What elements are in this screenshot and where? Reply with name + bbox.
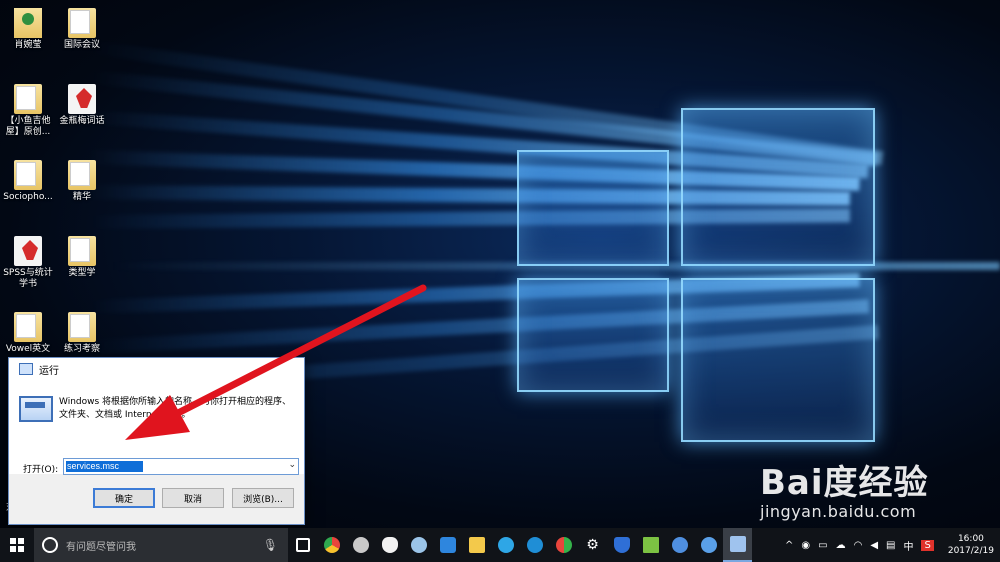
desktop-icon-label: Vowel英文	[5, 344, 51, 354]
watermark-url: jingyan.baidu.com	[760, 502, 917, 521]
chrome-icon[interactable]	[317, 528, 346, 562]
desktop-icon[interactable]: 肖婉莹	[0, 8, 56, 51]
spider-app-icon[interactable]	[346, 528, 375, 562]
window-logo-pane	[681, 278, 875, 442]
baidu-translate-icon[interactable]	[433, 528, 462, 562]
user-folder-icon	[14, 8, 42, 38]
battery-icon[interactable]: ▭	[818, 540, 827, 551]
window-logo-pane	[681, 108, 875, 266]
open-combobox[interactable]: ⌄	[63, 458, 299, 475]
run-dialog-title: 运行	[39, 365, 59, 377]
security-shield-icon[interactable]	[607, 528, 636, 562]
kugou-icon[interactable]	[520, 528, 549, 562]
desktop-icon-label: 类型学	[68, 268, 96, 278]
taskbar: 有问题尽管问我 🎙 ⚙ ^ ◉ ▭ ☁ ◠ ◀ ▤ 中 S 16:00 2017…	[0, 528, 1000, 562]
desktop-icon[interactable]: 金瓶梅词话	[54, 84, 110, 127]
document-icon	[68, 312, 96, 342]
360-icon[interactable]	[549, 528, 578, 562]
run-dialog-body: Windows 将根据你所输入的名称，为你打开相应的程序、文件夹、文档或 Int…	[9, 380, 304, 475]
chevron-down-icon[interactable]: ⌄	[288, 460, 296, 470]
run-description: Windows 将根据你所输入的名称，为你打开相应的程序、文件夹、文档或 Int…	[59, 397, 292, 420]
desktop-icon-label: 精华	[72, 192, 91, 202]
system-tray: ^ ◉ ▭ ☁ ◠ ◀ ▤ 中 S 16:00 2017/2/19	[781, 528, 1000, 562]
window-logo-pane	[517, 278, 669, 392]
run-dialog-titlebar[interactable]: 运行	[9, 358, 304, 380]
open-input[interactable]	[66, 461, 143, 472]
desktop-icon[interactable]: 练习考察	[54, 312, 110, 355]
browser-e-icon[interactable]	[491, 528, 520, 562]
desktop-icon[interactable]: SPSS与统计学书	[0, 236, 56, 290]
document-icon	[14, 312, 42, 342]
paint-icon[interactable]	[404, 528, 433, 562]
green-doc-icon[interactable]	[636, 528, 665, 562]
tray-app-icon[interactable]: ◉	[801, 540, 810, 551]
document-icon	[68, 8, 96, 38]
qq-icon[interactable]	[375, 528, 404, 562]
window-logo-pane	[517, 150, 669, 266]
blue-orb-icon[interactable]	[665, 528, 694, 562]
wps-pdf-icon	[14, 236, 42, 266]
desktop-icon-label: 肖婉莹	[14, 40, 42, 50]
desktop-icon[interactable]: Vowel英文	[0, 312, 56, 355]
file-explorer-icon[interactable]	[462, 528, 491, 562]
run-icon	[19, 363, 33, 375]
microphone-icon[interactable]: 🎙	[263, 538, 278, 552]
clock[interactable]: 16:00 2017/2/19	[948, 533, 994, 557]
run-program-icon	[19, 396, 53, 422]
watermark-logo: Bai度经验	[760, 463, 929, 503]
run-window-taskbar-icon[interactable]	[723, 528, 752, 562]
cloud-icon[interactable]: ☁	[836, 540, 846, 551]
cancel-button[interactable]: 取消	[162, 488, 224, 508]
start-button[interactable]	[0, 528, 34, 562]
ok-button[interactable]: 确定	[93, 488, 155, 508]
notification-icon[interactable]: ▤	[886, 540, 895, 551]
document-icon	[68, 236, 96, 266]
search-placeholder: 有问题尽管问我	[66, 541, 136, 553]
desktop-icon-label: 国际会议	[63, 40, 100, 50]
desktop-icon-label: SPSS与统计学书	[3, 268, 53, 289]
document-icon	[14, 84, 42, 114]
chevron-up-icon[interactable]: ^	[785, 540, 793, 551]
task-view-icon[interactable]	[288, 528, 317, 562]
ime-indicator[interactable]: 中	[903, 538, 913, 553]
open-label: 打开(O):	[23, 465, 59, 475]
browse-button[interactable]: 浏览(B)...	[232, 488, 294, 508]
desktop-icon[interactable]: 国际会议	[54, 8, 110, 51]
network-globe-icon[interactable]	[694, 528, 723, 562]
wps-pdf-icon	[68, 84, 96, 114]
desktop-icon-label: 练习考察	[63, 344, 100, 354]
run-dialog-buttons: 确定 取消 浏览(B)...	[9, 488, 304, 512]
run-dialog: 运行 Windows 将根据你所输入的名称，为你打开相应的程序、文件夹、文档或 …	[8, 357, 305, 525]
cortana-search-box[interactable]: 有问题尽管问我 🎙	[34, 528, 288, 562]
desktop-icon-label: 金瓶梅词话	[59, 116, 105, 126]
baidu-jingyan-watermark: Bai度经验 jingyan.baidu.com	[760, 455, 929, 521]
desktop-icon-label: Sociopho...	[3, 192, 53, 202]
windows-logo-icon	[10, 538, 24, 552]
document-icon	[68, 160, 96, 190]
document-icon	[14, 160, 42, 190]
clock-time: 16:00	[957, 534, 984, 544]
desktop-icon[interactable]: 【小鱼吉他屋】原创...	[0, 84, 56, 138]
cortana-icon	[42, 537, 58, 553]
desktop-icon[interactable]: 类型学	[54, 236, 110, 279]
settings-gear-icon[interactable]: ⚙	[578, 528, 607, 562]
volume-icon[interactable]: ◀	[870, 540, 878, 551]
desktop-icon[interactable]: Sociopho...	[0, 160, 56, 203]
sogou-icon[interactable]: S	[921, 539, 934, 551]
desktop-icon-label: 【小鱼吉他屋】原创...	[5, 116, 51, 137]
wifi-icon[interactable]: ◠	[854, 540, 863, 551]
desktop-icon[interactable]: 精华	[54, 160, 110, 203]
clock-date: 2017/2/19	[947, 546, 994, 556]
